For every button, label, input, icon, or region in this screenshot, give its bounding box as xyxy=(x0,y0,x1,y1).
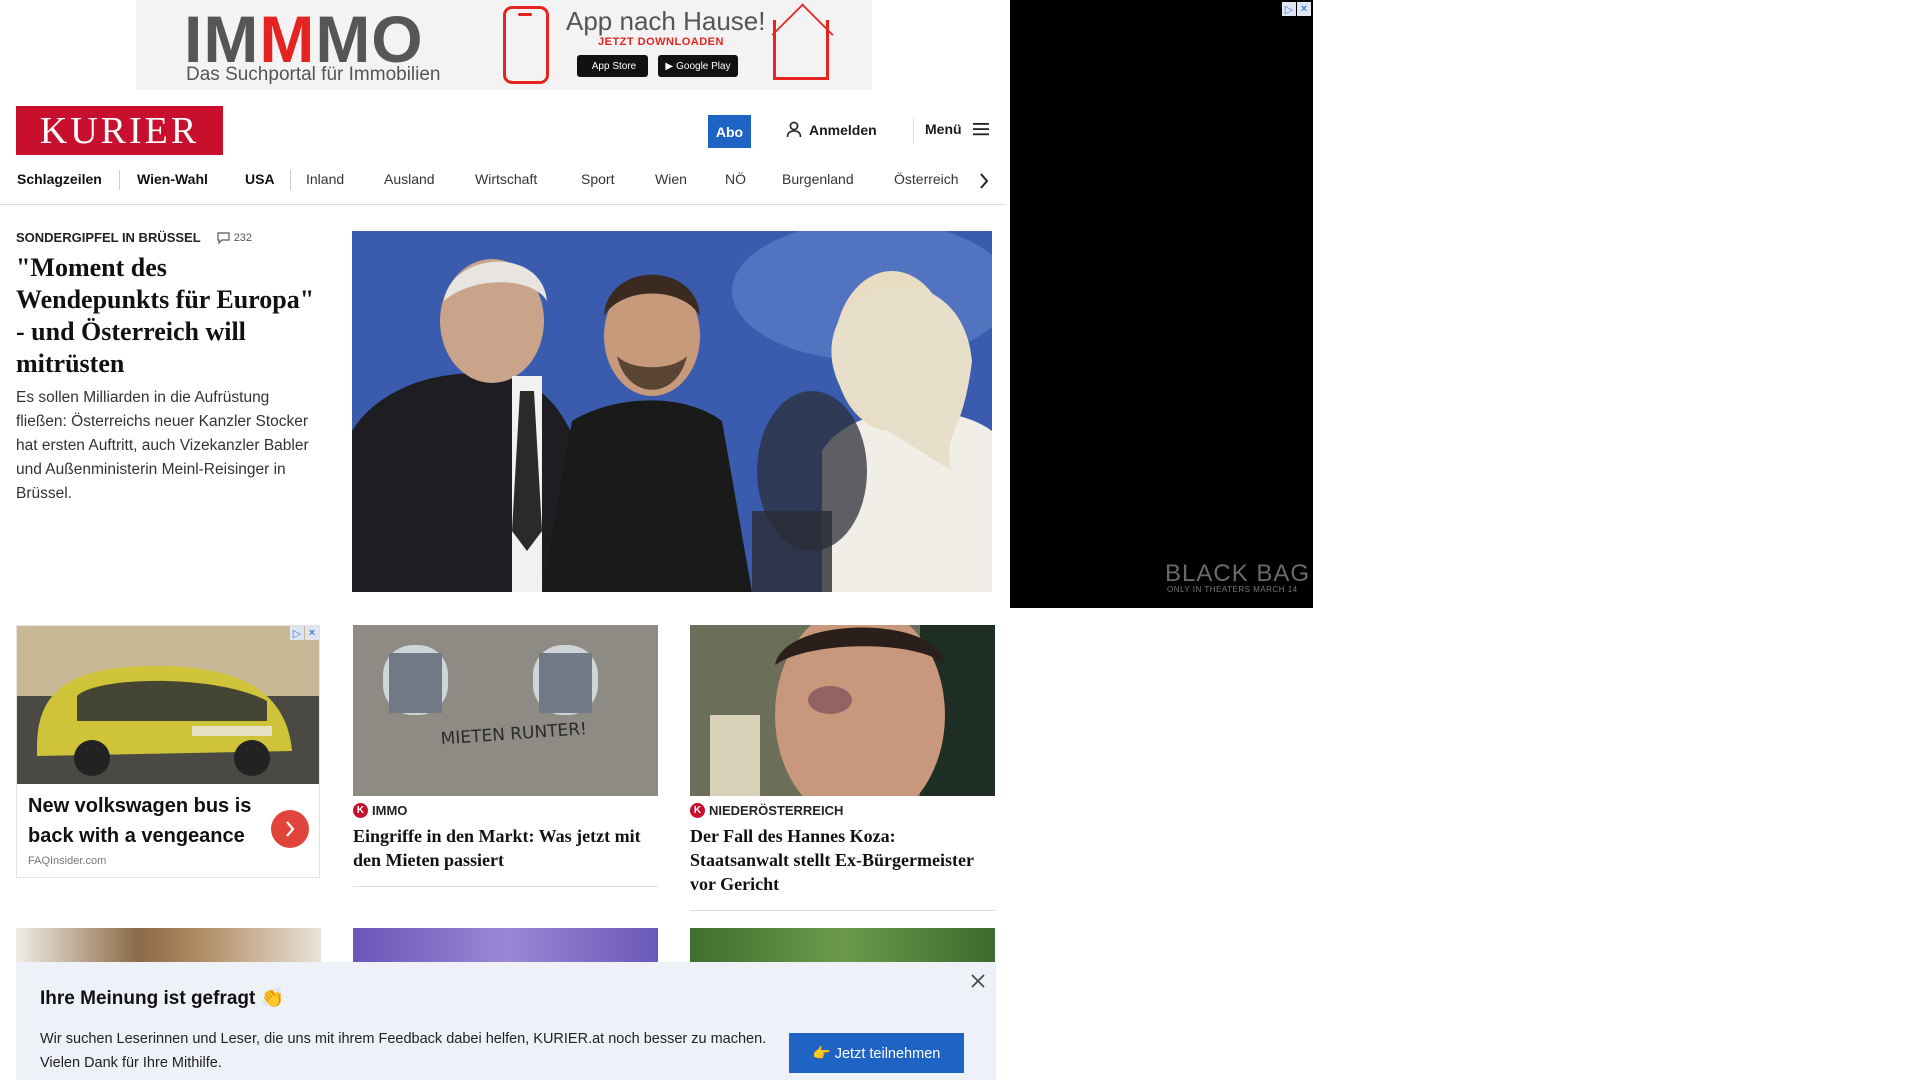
nav-item-wirtschaft[interactable]: Wirtschaft xyxy=(475,171,537,187)
nav-item-usa[interactable]: USA xyxy=(245,171,275,187)
ad-app-title: App nach Hause! xyxy=(566,6,766,36)
abo-button[interactable]: Abo xyxy=(708,115,751,148)
ad-download-cta: JETZT DOWNLOADEN xyxy=(598,36,724,48)
feedback-title: Ihre Meinung ist gefragt 👏 xyxy=(40,988,285,1009)
black-bag-ad[interactable]: ▷ × BLACK BAG ONLY IN THEATERS MARCH 14 xyxy=(1010,0,1313,608)
lead-headline[interactable]: "Moment des Wendepunkts für Europa" - un… xyxy=(16,252,322,380)
nav-scroll-right[interactable] xyxy=(971,168,997,194)
nav-item-wien[interactable]: Wien xyxy=(655,171,687,187)
lead-teaser: Es sollen Milliarden in die Aufrüstung f… xyxy=(16,389,309,502)
adchoices-icon[interactable]: ▷ xyxy=(290,626,304,640)
nav-item-ausland[interactable]: Ausland xyxy=(384,171,435,187)
feedback-text: Wir suchen Leserinnen und Leser, die uns… xyxy=(40,1031,767,1071)
article-kicker: K NIEDERÖSTERREICH xyxy=(690,803,995,818)
sponsored-ad-card[interactable]: ▷ × New volkswagen bus is back with a ve… xyxy=(16,625,320,878)
article-title[interactable]: Der Fall des Hannes Koza: Staatsanwalt s… xyxy=(690,824,995,896)
article-image[interactable]: MIETEN RUNTER! xyxy=(353,625,658,796)
smartphone-icon xyxy=(503,6,549,84)
nav-divider xyxy=(290,170,291,190)
login-button[interactable]: Anmelden xyxy=(786,121,877,138)
kurier-logo[interactable]: KURIER xyxy=(16,106,223,155)
adchoices[interactable]: ▷ × xyxy=(290,626,319,640)
lead-image[interactable] xyxy=(352,231,992,592)
immmo-ad-banner[interactable]: IMMMO Das Suchportal für Immobilien App … xyxy=(136,0,872,90)
feedback-banner: Ihre Meinung ist gefragt 👏 Wir suchen Le… xyxy=(16,962,996,1080)
ad-card-title[interactable]: New volkswagen bus is back with a vengea… xyxy=(28,791,258,851)
close-icon[interactable]: × xyxy=(1297,2,1311,16)
feedback-close-button[interactable] xyxy=(969,972,987,990)
immmo-logo-subtitle: Das Suchportal für Immobilien xyxy=(186,64,441,85)
kurier-k-icon: K xyxy=(353,803,368,818)
car-image xyxy=(17,626,319,784)
login-label: Anmelden xyxy=(809,121,877,138)
play-icon: ▶ xyxy=(665,60,674,72)
ad-brand: BLACK BAG xyxy=(1165,560,1311,587)
lead-photo xyxy=(352,231,992,592)
divider xyxy=(353,886,658,887)
nav-item-burgenland[interactable]: Burgenland xyxy=(782,171,854,187)
divider xyxy=(690,910,995,911)
article-teaser[interactable]: MIETEN RUNTER! K IMMO Eingriffe in den Ma… xyxy=(353,625,658,887)
ad-card-arrow-button[interactable] xyxy=(271,810,309,848)
user-icon xyxy=(786,121,802,138)
ad-card-source: FAQInsider.com xyxy=(28,855,107,867)
nav-divider xyxy=(119,170,120,190)
nav-item-wien-wahl[interactable]: Wien-Wahl xyxy=(137,171,208,187)
nav-item-schlagzeilen[interactable]: Schlagzeilen xyxy=(17,171,102,187)
adchoices-icon[interactable]: ▷ xyxy=(1282,2,1296,16)
article-image[interactable] xyxy=(690,625,995,796)
article-teaser[interactable]: K NIEDERÖSTERREICH Der Fall des Hannes Ko… xyxy=(690,625,995,911)
comment-count[interactable]: 232 xyxy=(217,232,252,244)
ad-tagline: ONLY IN THEATERS MARCH 14 xyxy=(1167,585,1298,594)
menu-label: Menü xyxy=(925,121,962,137)
comment-icon xyxy=(217,231,230,244)
close-icon xyxy=(971,974,985,988)
chevron-right-icon xyxy=(980,173,989,189)
nav-item-oesterreich[interactable]: Österreich xyxy=(894,171,959,187)
house-icon xyxy=(773,20,829,80)
header-divider xyxy=(913,118,914,144)
chevron-right-icon xyxy=(286,821,295,837)
adchoices[interactable]: ▷ × xyxy=(1282,2,1311,16)
nav-item-sport[interactable]: Sport xyxy=(581,171,614,187)
kurier-k-icon: K xyxy=(690,803,705,818)
comment-count-value: 232 xyxy=(233,231,253,244)
main-navigation: Schlagzeilen Wien-Wahl USA Inland Auslan… xyxy=(0,165,1006,205)
nav-item-inland[interactable]: Inland xyxy=(306,171,344,187)
lead-kicker[interactable]: SONDERGIPFEL IN BRÜSSEL xyxy=(16,230,201,245)
app-store-badge[interactable]: App Store xyxy=(577,55,648,77)
google-play-badge[interactable]: ▶ Google Play xyxy=(658,55,738,77)
menu-button[interactable]: Menü xyxy=(925,121,990,137)
close-icon[interactable]: × xyxy=(305,626,319,640)
participate-button[interactable]: 👉 Jetzt teilnehmen xyxy=(789,1033,964,1073)
immmo-logo: IMMMO xyxy=(184,2,424,76)
lead-kicker-row: SONDERGIPFEL IN BRÜSSEL 232 xyxy=(16,230,252,245)
article-kicker: K IMMO xyxy=(353,803,658,818)
hamburger-icon xyxy=(972,123,989,136)
nav-item-noe[interactable]: NÖ xyxy=(725,171,746,187)
article-title[interactable]: Eingriffe in den Markt: Was jetzt mit de… xyxy=(353,824,658,872)
